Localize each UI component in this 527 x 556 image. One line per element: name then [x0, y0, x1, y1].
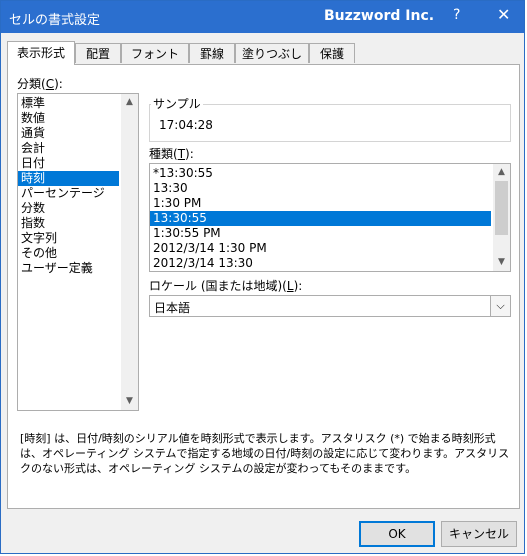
- list-item[interactable]: 文字列: [18, 231, 57, 246]
- list-item[interactable]: 13:30: [150, 181, 188, 196]
- brand-label: Buzzword Inc.: [324, 8, 435, 24]
- chevron-down-icon[interactable]: ⌵: [490, 296, 510, 316]
- category-scrollbar[interactable]: ▲ ▼: [121, 94, 138, 410]
- format-description: [時刻] は、日付/時刻のシリアル値を時刻形式で表示します。アスタリスク (*)…: [20, 432, 510, 475]
- list-item[interactable]: 2012/3/14 13:30: [150, 256, 253, 271]
- tab-border[interactable]: 罫線: [189, 43, 235, 63]
- close-icon[interactable]: ✕: [497, 5, 510, 24]
- list-item-selected[interactable]: 13:30:55: [150, 211, 491, 226]
- list-item-selected[interactable]: 時刻: [18, 171, 119, 186]
- list-item[interactable]: 数値: [18, 111, 45, 126]
- tab-font[interactable]: フォント: [121, 43, 189, 63]
- tab-fill[interactable]: 塗りつぶし: [235, 43, 309, 63]
- type-list[interactable]: *13:30:55 13:30 1:30 PM 13:30:55 1:30:55…: [149, 163, 511, 272]
- cancel-button[interactable]: キャンセル: [441, 521, 517, 547]
- list-item[interactable]: ユーザー定義: [18, 261, 93, 276]
- category-list[interactable]: 標準 数値 通貨 会計 日付 時刻 パーセンテージ 分数 指数 文字列 その他 …: [17, 93, 139, 411]
- scroll-thumb[interactable]: [495, 181, 508, 235]
- sample-value: 17:04:28: [159, 118, 213, 132]
- list-item[interactable]: 指数: [18, 216, 45, 231]
- scroll-up-icon[interactable]: ▲: [121, 94, 138, 111]
- list-item[interactable]: *13:30:55: [150, 166, 213, 181]
- tab-number-format[interactable]: 表示形式: [7, 41, 75, 65]
- locale-value: 日本語: [154, 301, 191, 315]
- help-icon[interactable]: ?: [453, 7, 460, 23]
- scroll-down-icon[interactable]: ▼: [121, 393, 138, 410]
- ok-button[interactable]: OK: [359, 521, 435, 547]
- locale-label: ロケール (国または地域)(L):: [149, 279, 303, 293]
- list-item[interactable]: 標準: [18, 96, 45, 111]
- title-bar[interactable]: セルの書式設定 Buzzword Inc. ? ✕: [1, 1, 524, 33]
- list-item[interactable]: 通貨: [18, 126, 45, 141]
- tab-protection[interactable]: 保護: [309, 43, 355, 63]
- list-item[interactable]: 1:30 PM: [150, 196, 201, 211]
- type-label: 種類(T):: [149, 147, 194, 161]
- list-item[interactable]: 1:30:55 PM: [150, 226, 221, 241]
- list-item[interactable]: 日付: [18, 156, 45, 171]
- type-scrollbar[interactable]: ▲ ▼: [493, 164, 510, 271]
- scroll-up-icon[interactable]: ▲: [493, 164, 510, 181]
- locale-select[interactable]: 日本語 ⌵: [149, 295, 511, 317]
- list-item[interactable]: 会計: [18, 141, 45, 156]
- sample-label: サンプル: [151, 95, 203, 112]
- list-item[interactable]: 2012/3/14 1:30 PM: [150, 241, 267, 256]
- list-item[interactable]: その他: [18, 246, 57, 261]
- format-cells-dialog: セルの書式設定 Buzzword Inc. ? ✕ 表示形式 配置 フォント 罫…: [0, 0, 525, 554]
- list-item[interactable]: パーセンテージ: [18, 186, 105, 201]
- category-label: 分類(C):: [17, 77, 63, 91]
- number-format-panel: 分類(C): 標準 数値 通貨 会計 日付 時刻 パーセンテージ 分数 指数 文…: [7, 64, 520, 509]
- dialog-title: セルの書式設定: [9, 13, 101, 28]
- list-item[interactable]: 分数: [18, 201, 45, 216]
- tab-alignment[interactable]: 配置: [75, 43, 121, 63]
- scroll-down-icon[interactable]: ▼: [493, 254, 510, 271]
